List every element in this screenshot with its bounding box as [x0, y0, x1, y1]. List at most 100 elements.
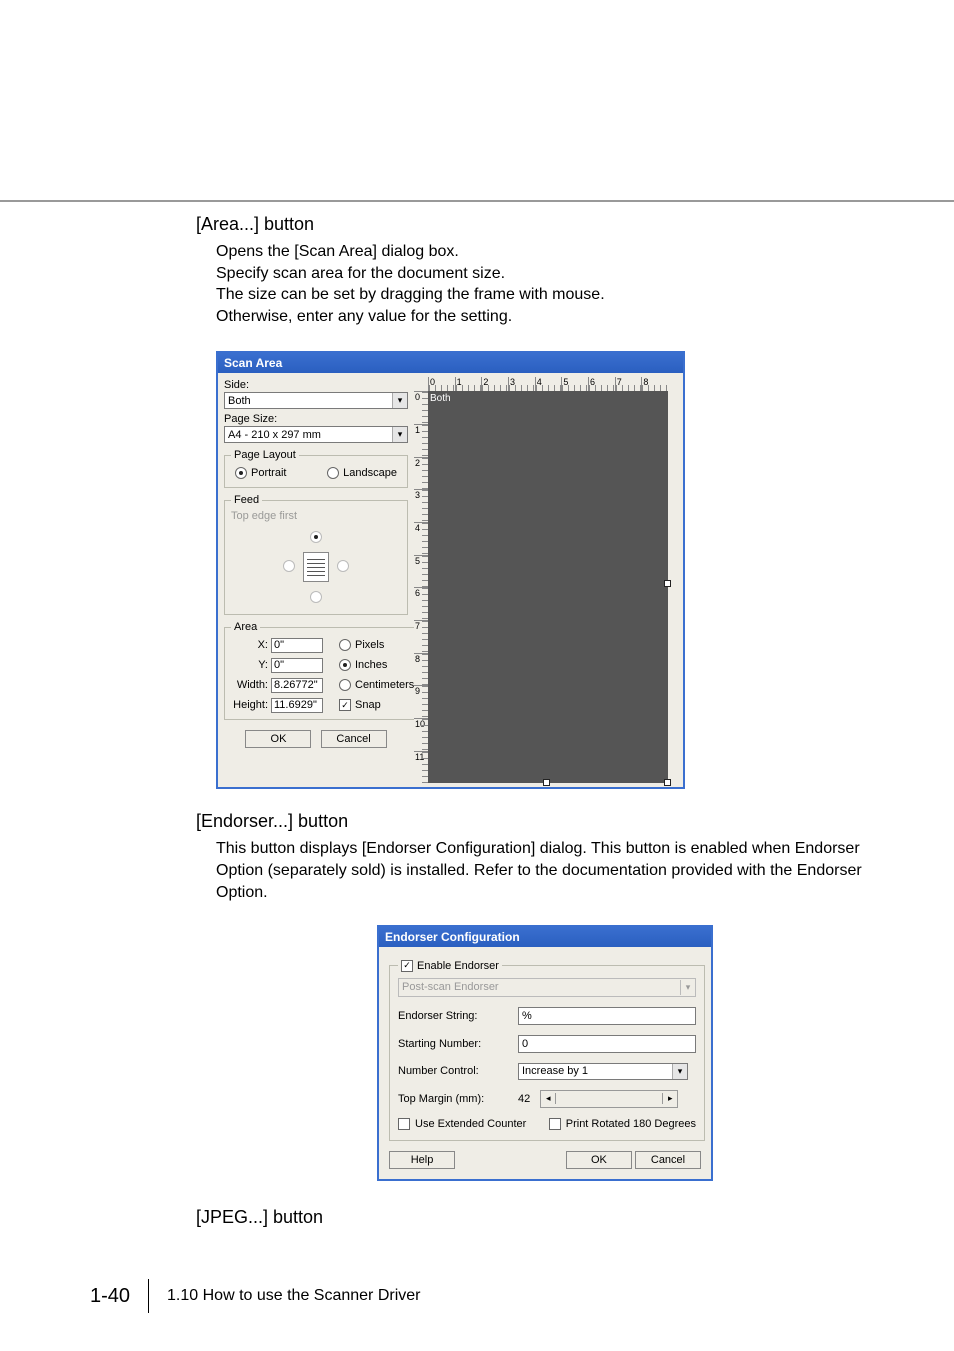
ruler-vertical: 0 1 2 3 4 5 6 7 8 9 10 1 — [414, 391, 428, 783]
endorser-button-body: This button displays [Endorser Configura… — [216, 838, 894, 903]
slider-left-icon[interactable]: ◂ — [541, 1093, 556, 1104]
side-select-value: Both — [228, 395, 251, 407]
number-control-label: Number Control: — [398, 1065, 518, 1077]
side-label: Side: — [224, 379, 408, 391]
page-layout-group: Page Layout Portrait Landscape — [224, 449, 408, 488]
ruler-tick: 1 — [415, 425, 420, 435]
number-control-select[interactable]: Increase by 1 ▾ — [518, 1063, 688, 1080]
feed-radio-bottom[interactable] — [310, 591, 322, 603]
width-label: Width: — [231, 679, 271, 691]
endorser-body-line: This button displays [Endorser Configura… — [216, 838, 894, 903]
checkbox-icon — [339, 699, 351, 711]
print-rotated-label: Print Rotated 180 Degrees — [566, 1118, 696, 1130]
ruler-tick: 0 — [415, 392, 420, 402]
radio-icon — [235, 467, 247, 479]
ruler-tick: 5 — [415, 556, 420, 566]
feed-radio-right[interactable] — [337, 560, 349, 572]
radio-label: Landscape — [343, 467, 397, 479]
radio-label: Inches — [355, 659, 387, 671]
area-body-line: Specify scan area for the document size. — [216, 263, 894, 285]
feed-page-icon — [303, 552, 329, 582]
dropdown-arrow-icon: ▾ — [680, 980, 695, 995]
page-number: 1-40 — [90, 1285, 130, 1308]
endorser-dialog: Endorser Configuration Enable Endorser P… — [377, 925, 713, 1181]
radio-landscape[interactable]: Landscape — [327, 467, 397, 479]
resize-handle-right[interactable] — [664, 580, 671, 587]
radio-centimeters[interactable]: Centimeters — [339, 679, 415, 691]
footer-divider — [148, 1279, 149, 1313]
resize-handle-corner[interactable] — [664, 779, 671, 786]
ok-button[interactable]: OK — [566, 1151, 632, 1169]
area-legend: Area — [231, 621, 260, 633]
radio-inches[interactable]: Inches — [339, 659, 415, 671]
ruler-tick: 4 — [415, 523, 420, 533]
radio-icon — [339, 639, 351, 651]
snap-checkbox[interactable]: Snap — [339, 699, 415, 711]
preview-canvas[interactable]: Both — [428, 391, 668, 783]
endorser-string-input[interactable]: % — [518, 1007, 696, 1025]
area-body-line: Opens the [Scan Area] dialog box. — [216, 241, 894, 263]
ruler-horizontal: 0 1 2 3 4 5 6 7 8 — [428, 377, 668, 391]
starting-number-input[interactable]: 0 — [518, 1035, 696, 1053]
endorser-mode-select[interactable]: Post-scan Endorser ▾ — [398, 978, 696, 997]
width-input[interactable]: 8.26772" — [271, 678, 323, 693]
scan-preview[interactable]: 0 1 2 3 4 5 6 7 8 0 — [414, 377, 668, 783]
checkbox-label: Snap — [355, 699, 381, 711]
area-body-line: Otherwise, enter any value for the setti… — [216, 306, 894, 328]
side-select[interactable]: Both ▾ — [224, 392, 408, 409]
area-group: Area X: 0" Pixels Y: 0" — [224, 621, 422, 720]
x-input[interactable]: 0" — [271, 638, 323, 653]
number-control-value: Increase by 1 — [522, 1065, 588, 1077]
cancel-button[interactable]: Cancel — [635, 1151, 701, 1169]
feed-subtitle: Top edge first — [231, 510, 401, 522]
ruler-tick: 3 — [415, 490, 420, 500]
top-margin-label: Top Margin (mm): — [398, 1093, 518, 1105]
page-size-label: Page Size: — [224, 413, 408, 425]
help-button[interactable]: Help — [389, 1151, 455, 1169]
x-label: X: — [231, 639, 271, 651]
resize-handle-bottom[interactable] — [543, 779, 550, 786]
y-label: Y: — [231, 659, 271, 671]
ruler-tick: 7 — [415, 621, 420, 631]
endorser-titlebar[interactable]: Endorser Configuration — [379, 927, 711, 947]
radio-icon — [339, 679, 351, 691]
feed-radio-left[interactable] — [283, 560, 295, 572]
endorser-group: Enable Endorser Post-scan Endorser ▾ End… — [389, 959, 705, 1141]
print-rotated-checkbox[interactable] — [549, 1118, 561, 1130]
endorser-mode-value: Post-scan Endorser — [402, 981, 499, 993]
feed-group: Feed Top edge first — [224, 494, 408, 615]
use-extended-counter-checkbox[interactable] — [398, 1118, 410, 1130]
height-input[interactable]: 11.6929" — [271, 698, 323, 713]
use-extended-counter-label: Use Extended Counter — [415, 1118, 526, 1130]
dropdown-arrow-icon: ▾ — [392, 427, 407, 442]
radio-portrait[interactable]: Portrait — [235, 467, 286, 479]
top-margin-slider[interactable]: ◂ ▸ — [540, 1090, 678, 1108]
page-size-select[interactable]: A4 - 210 x 297 mm ▾ — [224, 426, 408, 443]
height-label: Height: — [231, 699, 271, 711]
starting-number-label: Starting Number: — [398, 1038, 518, 1050]
jpeg-button-heading: [JPEG...] button — [196, 1207, 894, 1228]
radio-icon — [339, 659, 351, 671]
y-input[interactable]: 0" — [271, 658, 323, 673]
slider-right-icon[interactable]: ▸ — [662, 1093, 677, 1104]
ruler-tick: 2 — [415, 458, 420, 468]
page-footer: 1-40 1.10 How to use the Scanner Driver — [90, 1279, 421, 1313]
scan-area-titlebar[interactable]: Scan Area — [218, 353, 683, 373]
page-size-value: A4 - 210 x 297 mm — [228, 429, 321, 441]
cancel-button[interactable]: Cancel — [321, 730, 387, 748]
endorser-button-heading: [Endorser...] button — [196, 811, 894, 832]
page-layout-legend: Page Layout — [231, 449, 299, 461]
footer-section-text: 1.10 How to use the Scanner Driver — [167, 1287, 420, 1305]
radio-label: Pixels — [355, 639, 384, 651]
enable-endorser-checkbox[interactable] — [401, 960, 413, 972]
radio-label: Centimeters — [355, 679, 414, 691]
radio-pixels[interactable]: Pixels — [339, 639, 415, 651]
feed-radio-top[interactable] — [310, 531, 322, 543]
area-button-heading: [Area...] button — [196, 214, 894, 235]
top-margin-value: 42 — [518, 1093, 530, 1105]
scan-area-dialog: Scan Area Side: Both ▾ Page Size: A4 - 2… — [216, 351, 685, 789]
ok-button[interactable]: OK — [245, 730, 311, 748]
endorser-string-label: Endorser String: — [398, 1010, 518, 1022]
dropdown-arrow-icon: ▾ — [672, 1064, 687, 1079]
radio-label: Portrait — [251, 467, 286, 479]
